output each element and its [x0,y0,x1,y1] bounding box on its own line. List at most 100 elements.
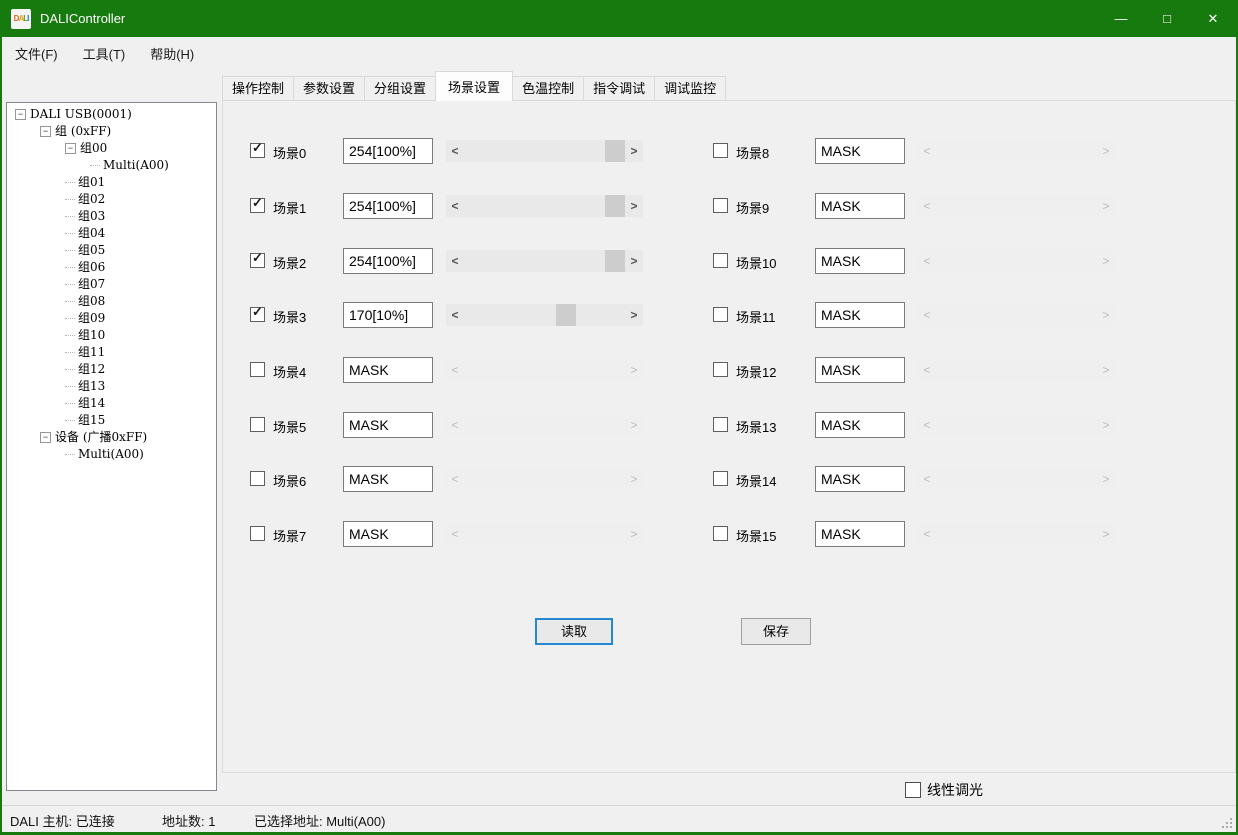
scene-level-scrollbar[interactable]: <> [446,250,643,272]
tree-item[interactable]: −组 (0xFF) [7,123,216,140]
tree-item[interactable]: 组06 [7,259,216,276]
scene-checkbox[interactable] [713,253,728,268]
scene-value-input[interactable] [815,302,905,328]
tree-item[interactable]: 组04 [7,225,216,242]
tree-item[interactable]: 组01 [7,174,216,191]
scene-checkbox[interactable]: ✓ [250,143,265,158]
menu-item-tools[interactable]: 工具(T) [71,38,138,69]
scene-row: 场景13<> [713,412,1115,438]
scene-checkbox[interactable] [250,417,265,432]
tree-item[interactable]: −DALI USB(0001) [7,106,216,123]
scene-checkbox[interactable] [713,362,728,377]
tab-0[interactable]: 操作控制 [222,76,294,101]
scene-checkbox[interactable] [713,471,728,486]
scene-row: 场景9<> [713,193,1115,219]
scene-checkbox[interactable] [713,198,728,213]
tree-item[interactable]: 组07 [7,276,216,293]
scene-value-input[interactable] [343,521,433,547]
scene-value-input[interactable] [815,138,905,164]
tree-item[interactable]: 组12 [7,361,216,378]
scroll-left-icon[interactable]: < [446,304,464,326]
scroll-right-icon: > [1097,414,1115,436]
scrollbar-thumb[interactable] [605,195,625,217]
tree-expander-icon[interactable]: − [40,432,51,443]
read-button[interactable]: 读取 [535,618,613,645]
tree-item[interactable]: Multi(A00) [7,446,216,463]
status-host-connection: DALI 主机: 已连接 [10,811,115,830]
tab-2[interactable]: 分组设置 [364,76,436,101]
tab-4[interactable]: 色温控制 [512,76,584,101]
scroll-left-icon[interactable]: < [446,195,464,217]
scene-value-input[interactable] [815,521,905,547]
scene-value-input[interactable] [815,466,905,492]
tree-item[interactable]: 组03 [7,208,216,225]
save-button[interactable]: 保存 [741,618,811,645]
scene-checkbox[interactable] [713,526,728,541]
scene-value-input[interactable] [343,357,433,383]
scene-value-input[interactable] [343,138,433,164]
scroll-right-icon[interactable]: > [625,195,643,217]
menu-item-help[interactable]: 帮助(H) [138,38,206,69]
title-bar[interactable]: DALI DALIController — □ ✕ [2,0,1236,37]
tree-item[interactable]: 组14 [7,395,216,412]
scene-checkbox[interactable]: ✓ [250,307,265,322]
maximize-icon[interactable]: □ [1144,0,1190,37]
tree-expander-icon[interactable]: − [40,126,51,137]
tree-item[interactable]: 组02 [7,191,216,208]
tab-3[interactable]: 场景设置 [435,71,513,101]
scene-checkbox[interactable]: ✓ [250,198,265,213]
tab-5[interactable]: 指令调试 [583,76,655,101]
scene-value-input[interactable] [815,357,905,383]
scroll-left-icon[interactable]: < [446,140,464,162]
scrollbar-thumb[interactable] [605,140,625,162]
scene-checkbox[interactable] [713,417,728,432]
scroll-left-icon[interactable]: < [446,250,464,272]
device-tree[interactable]: −DALI USB(0001)−组 (0xFF)−组00Multi(A00)组0… [6,102,217,791]
scene-level-scrollbar[interactable]: <> [446,195,643,217]
scene-checkbox[interactable] [713,307,728,322]
tree-item[interactable]: 组08 [7,293,216,310]
scene-value-input[interactable] [815,412,905,438]
minimize-icon[interactable]: — [1098,0,1144,37]
scene-value-input[interactable] [343,248,433,274]
scroll-right-icon[interactable]: > [625,250,643,272]
menu-item-file[interactable]: 文件(F) [3,38,70,69]
scene-value-input[interactable] [343,302,433,328]
tab-1[interactable]: 参数设置 [293,76,365,101]
scroll-right-icon[interactable]: > [625,140,643,162]
tree-item[interactable]: 组05 [7,242,216,259]
tree-item-label: 组07 [78,276,105,293]
scene-row: 场景10<> [713,248,1115,274]
scene-checkbox[interactable] [250,526,265,541]
close-icon[interactable]: ✕ [1190,0,1236,37]
tree-expander-icon[interactable]: − [15,109,26,120]
tree-item[interactable]: 组10 [7,327,216,344]
tree-item[interactable]: 组15 [7,412,216,429]
tab-6[interactable]: 调试监控 [654,76,726,101]
linear-dimming-checkbox[interactable] [905,782,921,798]
tree-item[interactable]: −设备 (广播0xFF) [7,429,216,446]
scene-checkbox[interactable] [250,362,265,377]
scene-checkbox[interactable] [250,471,265,486]
scroll-right-icon[interactable]: > [625,304,643,326]
scene-checkbox[interactable] [713,143,728,158]
scene-checkbox[interactable]: ✓ [250,253,265,268]
tree-item[interactable]: Multi(A00) [7,157,216,174]
scene-level-scrollbar[interactable]: <> [446,140,643,162]
scene-level-scrollbar[interactable]: <> [446,304,643,326]
scrollbar-thumb[interactable] [556,304,576,326]
scene-value-input[interactable] [815,193,905,219]
scene-value-input[interactable] [343,193,433,219]
scene-value-input[interactable] [343,466,433,492]
resize-grip-icon[interactable] [1220,816,1232,828]
scene-row: 场景4<> [250,357,643,383]
scrollbar-thumb[interactable] [605,250,625,272]
tree-expander-icon[interactable]: − [65,143,76,154]
scene-value-input[interactable] [815,248,905,274]
tree-item[interactable]: 组09 [7,310,216,327]
tree-item-label: 组06 [78,259,105,276]
tree-item[interactable]: 组13 [7,378,216,395]
tree-item[interactable]: 组11 [7,344,216,361]
scene-value-input[interactable] [343,412,433,438]
tree-item[interactable]: −组00 [7,140,216,157]
